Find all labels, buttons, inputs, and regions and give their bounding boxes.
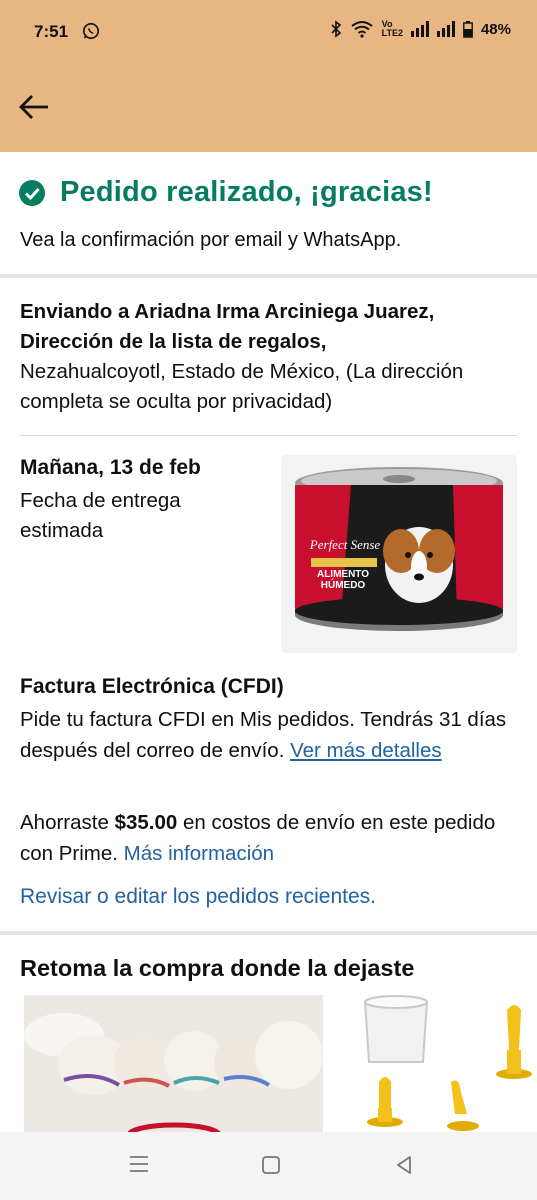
status-indicators: Vo LTE2 48% [330,20,511,38]
status-time: 7:51 [34,22,69,41]
signal-icon [410,21,429,37]
shipping-list-address: Dirección de la lista de regalos, [20,330,327,353]
product-image[interactable]: Perfect Sense ALIMENTO HÚMEDO [281,455,517,653]
shipping-address: Enviando a Ariadna Irma Arciniega Juarez… [20,297,520,417]
recents-icon[interactable] [128,1154,150,1174]
invoice-text: Pide tu factura CFDI en Mis pedidos. Ten… [20,704,520,766]
shipping-savings: Ahorraste $35.00 en costos de envío en e… [20,807,520,869]
section-divider [0,931,537,935]
system-nav-bar [0,1132,537,1200]
shipping-recipient: Enviando a Ariadna Irma Arciniega Juarez… [20,300,435,323]
feeding-bottle-nipples-image [345,990,537,1135]
savings-amount: $35.00 [114,811,178,834]
delivery-date: Mañana, 13 de feb [20,456,201,479]
check-circle-icon [19,179,45,206]
shipping-location: Nezahualcoyotl, Estado de México, (La di… [20,360,464,413]
wifi-icon [351,21,373,38]
back-icon[interactable] [394,1154,414,1176]
section-divider [0,274,537,278]
recommendation-image-puppies[interactable] [24,995,323,1135]
delivery-label: Fecha de entrega estimada [20,489,181,542]
bluetooth-icon [331,20,341,38]
battery-icon [463,20,473,38]
product-brand: Perfect Sense [309,537,381,552]
whatsapp-icon [82,22,100,40]
prime-info-link[interactable]: Más información [124,842,274,865]
status-bar: 7:51 Vo LTE2 48% [0,0,537,62]
signal-icon-2 [436,21,455,37]
battery-percent: 48% [480,20,511,38]
confirmation-subtitle: Vea la confirmación por email y WhatsApp… [20,229,402,251]
home-icon[interactable] [260,1154,282,1176]
arrow-left-icon[interactable] [16,90,52,124]
invoice-title: Factura Electrónica (CFDI) [20,675,284,698]
review-orders-link[interactable]: Revisar o editar los pedidos recientes. [20,885,376,909]
success-title: Pedido realizado, ¡gracias! [60,176,433,208]
puppies-image [24,995,323,1135]
divider [20,435,517,436]
dog-food-can-image: Perfect Sense ALIMENTO HÚMEDO [295,467,503,631]
order-success-header: Pedido realizado, ¡gracias! [18,176,433,209]
recommendations-title: Retoma la compra donde la dejaste [20,955,415,981]
product-label-line2: HÚMEDO [321,578,366,591]
recommendation-image-bottles[interactable] [345,990,537,1135]
volte-indicator: Vo LTE2 [381,19,403,38]
product-label-line1: ALIMENTO [317,569,369,580]
app-bar [0,62,537,152]
invoice-details-link[interactable]: Ver más detalles [290,739,442,762]
savings-prefix: Ahorraste [20,811,115,834]
